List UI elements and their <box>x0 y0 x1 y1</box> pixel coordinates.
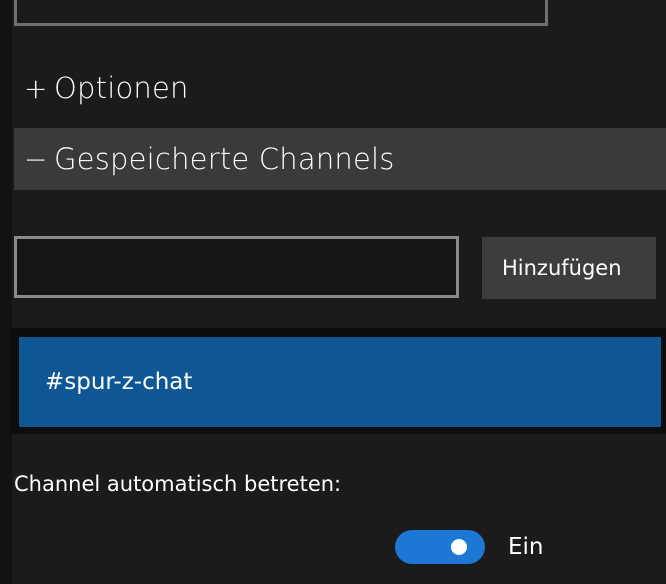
channel-name-label: #spur-z-chat <box>45 369 193 395</box>
options-expander-header[interactable]: + Optionen <box>14 58 654 118</box>
auto-join-label: Channel automatisch betreten: <box>14 472 342 496</box>
toggle-state-label: Ein <box>508 534 544 560</box>
saved-channels-expander-header[interactable]: − Gespeicherte Channels <box>14 128 666 190</box>
channel-settings-panel: + Optionen − Gespeicherte Channels Hinzu… <box>0 0 666 584</box>
toggle-knob <box>451 539 467 555</box>
add-channel-button[interactable]: Hinzufügen <box>482 237 656 299</box>
auto-join-toggle[interactable] <box>395 530 485 564</box>
saved-channels-list: #spur-z-chat <box>10 328 666 434</box>
options-header-label: Optionen <box>54 71 189 105</box>
collapse-minus-icon: − <box>24 142 48 176</box>
list-item[interactable]: #spur-z-chat <box>19 337 661 427</box>
saved-channels-header-label: Gespeicherte Channels <box>54 142 395 176</box>
channel-name-input[interactable] <box>14 236 459 298</box>
left-edge-strip <box>0 0 12 584</box>
expand-plus-icon: + <box>24 71 48 105</box>
top-text-field[interactable] <box>14 0 548 26</box>
